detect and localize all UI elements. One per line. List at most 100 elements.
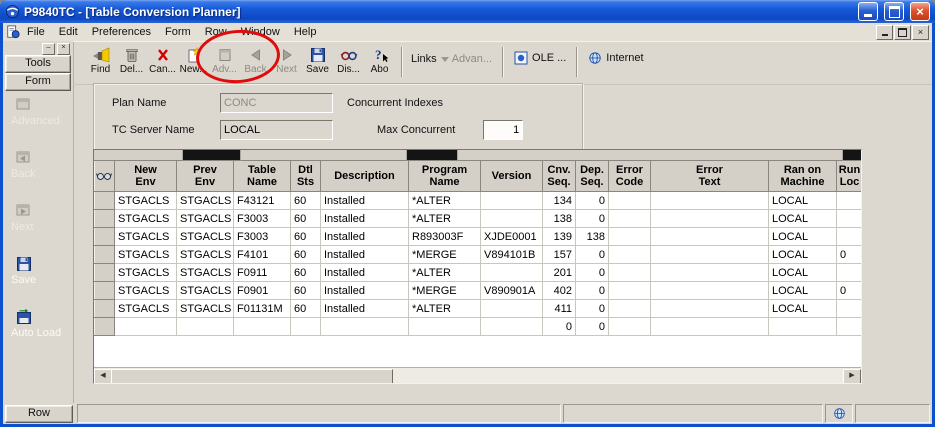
ole-button[interactable]: OLE ... [514, 51, 566, 65]
grid-cell[interactable] [481, 264, 543, 282]
grid-cell[interactable]: *MERGE [409, 282, 481, 300]
menu-item-help[interactable]: Help [287, 25, 324, 39]
grid-cell[interactable]: LOCAL [769, 210, 837, 228]
grid-column-header[interactable]: Dep. Seq. [576, 161, 609, 192]
grid-cell[interactable]: *ALTER [409, 210, 481, 228]
grid-cell[interactable]: Installed [321, 228, 409, 246]
grid-cell[interactable]: LOCAL [769, 300, 837, 318]
links-dropdown-icon[interactable] [440, 55, 450, 63]
grid-row-header[interactable] [95, 264, 115, 282]
grid-cell[interactable]: STGACLS [177, 300, 234, 318]
grid-row[interactable]: STGACLSSTGACLSF300360Installed*ALTER1380… [95, 210, 863, 228]
grid-cell[interactable]: 402 [543, 282, 576, 300]
grid-cell[interactable]: 60 [291, 192, 321, 210]
grid-cell[interactable] [609, 246, 651, 264]
grid-cell[interactable] [481, 300, 543, 318]
maximize-button[interactable] [884, 2, 904, 21]
grid-cell[interactable] [609, 318, 651, 336]
sidebar-exit-auto-load[interactable]: Auto Load [3, 309, 72, 353]
grid-cell[interactable]: STGACLS [115, 228, 177, 246]
grid-cell[interactable]: 411 [543, 300, 576, 318]
grid-row[interactable]: 00 [95, 318, 863, 336]
grid-cell[interactable] [651, 264, 769, 282]
minimize-button[interactable] [858, 2, 878, 21]
grid-cell[interactable]: STGACLS [177, 192, 234, 210]
grid-row-header[interactable] [95, 300, 115, 318]
menu-item-window[interactable]: Window [234, 25, 287, 39]
grid-cell[interactable]: 0 [576, 246, 609, 264]
grid-cell[interactable]: *ALTER [409, 300, 481, 318]
grid-cell[interactable]: 0 [576, 192, 609, 210]
close-button[interactable]: × [910, 2, 930, 21]
grid-cell[interactable]: XJDE0001 [481, 228, 543, 246]
grid-cell[interactable]: STGACLS [115, 300, 177, 318]
grid-row[interactable]: STGACLSSTGACLSF090160Installed*MERGEV890… [95, 282, 863, 300]
grid-cell[interactable]: STGACLS [177, 282, 234, 300]
grid-column-header[interactable]: Run Loc [837, 161, 863, 192]
grid-cell[interactable] [291, 318, 321, 336]
toolbar-button-save[interactable]: Save [302, 44, 333, 83]
grid-cell[interactable]: STGACLS [115, 246, 177, 264]
grid-cell[interactable]: LOCAL [769, 264, 837, 282]
toolbar-button-find[interactable]: Find [85, 44, 116, 83]
grid-cell[interactable]: 60 [291, 228, 321, 246]
grid-cell[interactable]: 138 [543, 210, 576, 228]
grid-cell[interactable]: LOCAL [769, 246, 837, 264]
grid-cell[interactable]: *ALTER [409, 192, 481, 210]
grid-column-header[interactable]: Prev Env [177, 161, 234, 192]
grid-column-header[interactable]: Version [481, 161, 543, 192]
grid-cell[interactable] [651, 210, 769, 228]
mdi-close-button[interactable]: × [912, 25, 929, 40]
grid-cell[interactable]: F3003 [234, 228, 291, 246]
mdi-restore-button[interactable] [894, 25, 911, 40]
grid-cell[interactable]: 60 [291, 246, 321, 264]
grid-cell[interactable] [651, 318, 769, 336]
grid-cell[interactable] [321, 318, 409, 336]
grid-row[interactable]: STGACLSSTGACLSF091160Installed*ALTER2010… [95, 264, 863, 282]
grid-cell[interactable]: F43121 [234, 192, 291, 210]
grid-cell[interactable]: Installed [321, 282, 409, 300]
grid-cell[interactable]: 60 [291, 210, 321, 228]
scroll-right-button[interactable]: ▶ [843, 369, 861, 384]
grid-cell[interactable]: V890901A [481, 282, 543, 300]
grid-cell[interactable] [609, 264, 651, 282]
grid-cell[interactable]: 0 [576, 210, 609, 228]
scroll-left-button[interactable]: ◀ [94, 369, 112, 384]
grid-cell[interactable] [651, 300, 769, 318]
sidebar-minimize-button[interactable]: – [42, 43, 55, 55]
grid-cell[interactable]: STGACLS [115, 192, 177, 210]
grid-cell[interactable]: 0 [837, 282, 863, 300]
grid-cell[interactable] [609, 300, 651, 318]
grid-cell[interactable]: 138 [576, 228, 609, 246]
grid-cell[interactable]: Installed [321, 246, 409, 264]
title-bar[interactable]: P9840TC - [Table Conversion Planner] × [0, 0, 935, 23]
grid-cell[interactable] [837, 318, 863, 336]
grid-column-header[interactable]: Table Name [234, 161, 291, 192]
grid-cell[interactable]: 201 [543, 264, 576, 282]
toolbar-button-can[interactable]: Can... [147, 44, 178, 83]
grid-cell[interactable]: V894101B [481, 246, 543, 264]
menu-item-form[interactable]: Form [158, 25, 198, 39]
grid-cell[interactable]: STGACLS [115, 210, 177, 228]
grid-cell[interactable] [651, 228, 769, 246]
grid-cell[interactable]: 60 [291, 264, 321, 282]
grid-cell[interactable] [837, 300, 863, 318]
toolbar-button-new[interactable]: New... [178, 44, 209, 83]
grid-cell[interactable] [177, 318, 234, 336]
grid-cell[interactable]: 0 [576, 264, 609, 282]
grid-row-header[interactable] [95, 282, 115, 300]
grid-cell[interactable] [837, 210, 863, 228]
grid-cell[interactable]: 0 [543, 318, 576, 336]
grid-column-header[interactable]: Cnv. Seq. [543, 161, 576, 192]
grid-cell[interactable]: Installed [321, 210, 409, 228]
grid-row[interactable]: STGACLSSTGACLSF01131M60Installed*ALTER41… [95, 300, 863, 318]
grid-cell[interactable] [609, 210, 651, 228]
grid-cell[interactable]: F4101 [234, 246, 291, 264]
grid-cell[interactable] [837, 264, 863, 282]
grid-cell[interactable]: R893003F [409, 228, 481, 246]
grid-cell[interactable] [115, 318, 177, 336]
menu-item-file[interactable]: File [20, 25, 52, 39]
grid-cell[interactable] [651, 246, 769, 264]
grid-column-header[interactable]: Dtl Sts [291, 161, 321, 192]
grid-row-header[interactable] [95, 228, 115, 246]
